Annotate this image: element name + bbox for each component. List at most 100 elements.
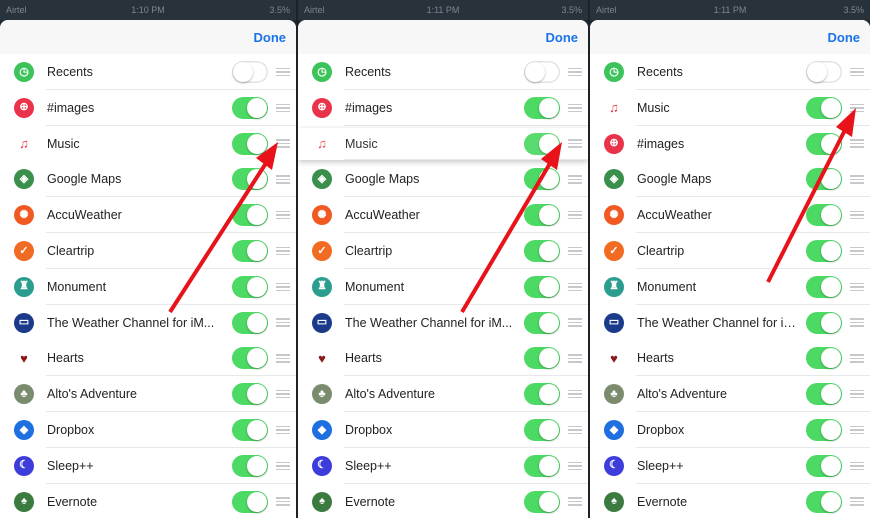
app-toggle[interactable] — [524, 275, 560, 298]
app-toggle[interactable] — [806, 96, 842, 119]
app-row[interactable]: ✺ AccuWeather — [298, 197, 588, 234]
reorder-handle-icon[interactable] — [276, 175, 290, 184]
app-toggle[interactable] — [232, 240, 268, 262]
app-row[interactable]: ♥ Hearts — [0, 340, 296, 377]
app-row[interactable]: ✓ Cleartrip — [298, 233, 588, 269]
reorder-handle-icon[interactable] — [276, 497, 290, 506]
done-button[interactable]: Done — [254, 30, 287, 45]
app-row[interactable]: ♥ Hearts — [298, 340, 588, 377]
app-toggle[interactable] — [232, 96, 268, 119]
app-row[interactable]: ♜ Monument — [298, 268, 588, 305]
app-row[interactable]: ♣ Alto's Adventure — [0, 376, 296, 413]
reorder-handle-icon[interactable] — [850, 210, 864, 220]
reorder-handle-icon[interactable] — [850, 354, 864, 363]
reorder-handle-icon[interactable] — [276, 425, 290, 435]
app-row[interactable]: ✺ AccuWeather — [0, 197, 296, 234]
app-row[interactable]: ☾ Sleep++ — [0, 447, 296, 484]
reorder-handle-icon[interactable] — [276, 461, 290, 471]
app-row[interactable]: ◷ Recents — [590, 54, 870, 90]
app-toggle[interactable] — [524, 132, 560, 155]
app-toggle[interactable] — [232, 168, 268, 191]
reorder-handle-icon[interactable] — [850, 425, 864, 435]
reorder-handle-icon[interactable] — [568, 425, 582, 435]
reorder-handle-icon[interactable] — [568, 318, 582, 327]
app-row[interactable]: ⊕ #images — [298, 89, 588, 126]
reorder-handle-icon[interactable] — [568, 246, 582, 256]
app-toggle[interactable] — [524, 419, 560, 441]
app-row[interactable]: ♜ Monument — [590, 268, 870, 305]
app-toggle[interactable] — [524, 383, 560, 406]
app-row[interactable]: ⊕ #images — [590, 125, 870, 162]
app-row[interactable]: ♥ Hearts — [590, 340, 870, 377]
app-toggle[interactable] — [524, 454, 560, 477]
reorder-handle-icon[interactable] — [850, 67, 864, 77]
app-toggle[interactable] — [232, 419, 268, 441]
reorder-handle-icon[interactable] — [850, 175, 864, 184]
app-toggle[interactable] — [806, 168, 842, 191]
app-toggle[interactable] — [806, 454, 842, 477]
reorder-handle-icon[interactable] — [568, 103, 582, 113]
reorder-handle-icon[interactable] — [568, 389, 582, 399]
reorder-handle-icon[interactable] — [850, 318, 864, 327]
app-row[interactable]: ☾ Sleep++ — [298, 447, 588, 484]
app-toggle[interactable] — [232, 204, 268, 227]
app-toggle[interactable] — [524, 490, 560, 513]
reorder-handle-icon[interactable] — [850, 497, 864, 506]
app-toggle[interactable] — [524, 96, 560, 119]
reorder-handle-icon[interactable] — [276, 354, 290, 363]
reorder-handle-icon[interactable] — [276, 139, 290, 148]
app-row[interactable]: ♠ Evernote — [0, 483, 296, 518]
reorder-handle-icon[interactable] — [568, 461, 582, 471]
reorder-handle-icon[interactable] — [568, 282, 582, 292]
app-row[interactable]: ♫ Music — [0, 125, 296, 162]
reorder-handle-icon[interactable] — [276, 389, 290, 399]
app-row[interactable]: ◈ Google Maps — [298, 161, 588, 198]
app-row[interactable]: ⊕ #images — [0, 89, 296, 126]
reorder-handle-icon[interactable] — [276, 67, 290, 77]
app-toggle[interactable] — [232, 383, 268, 406]
app-row[interactable]: ▭ The Weather Channel for iM... — [298, 304, 588, 341]
app-toggle[interactable] — [806, 347, 842, 370]
app-row[interactable]: ◆ Dropbox — [0, 412, 296, 448]
reorder-handle-icon[interactable] — [568, 139, 582, 148]
reorder-handle-icon[interactable] — [850, 282, 864, 292]
app-toggle[interactable] — [806, 275, 842, 298]
app-row[interactable]: ◆ Dropbox — [590, 412, 870, 448]
app-toggle[interactable] — [524, 168, 560, 191]
app-row[interactable]: ▭ The Weather Channel for iM... — [590, 304, 870, 341]
app-row[interactable]: ✓ Cleartrip — [590, 233, 870, 269]
app-toggle[interactable] — [232, 490, 268, 513]
reorder-handle-icon[interactable] — [568, 67, 582, 77]
app-toggle[interactable] — [232, 61, 268, 83]
reorder-handle-icon[interactable] — [276, 246, 290, 256]
app-toggle[interactable] — [806, 132, 842, 155]
app-row[interactable]: ◈ Google Maps — [0, 161, 296, 198]
app-toggle[interactable] — [806, 240, 842, 262]
app-toggle[interactable] — [524, 347, 560, 370]
app-toggle[interactable] — [232, 347, 268, 370]
app-toggle[interactable] — [232, 132, 268, 155]
app-row[interactable]: ♠ Evernote — [298, 483, 588, 518]
app-row[interactable]: ♣ Alto's Adventure — [590, 376, 870, 413]
app-row[interactable]: ◷ Recents — [0, 54, 296, 90]
app-row[interactable]: ♠ Evernote — [590, 483, 870, 518]
app-toggle[interactable] — [806, 311, 842, 334]
app-row[interactable]: ◷ Recents — [298, 54, 588, 90]
app-toggle[interactable] — [806, 490, 842, 513]
reorder-handle-icon[interactable] — [568, 210, 582, 220]
app-toggle[interactable] — [806, 204, 842, 227]
app-row[interactable]: ✓ Cleartrip — [0, 233, 296, 269]
reorder-handle-icon[interactable] — [276, 282, 290, 292]
app-toggle[interactable] — [806, 419, 842, 441]
app-row[interactable]: ♣ Alto's Adventure — [298, 376, 588, 413]
app-row[interactable]: ✺ AccuWeather — [590, 197, 870, 234]
app-toggle[interactable] — [524, 240, 560, 262]
app-toggle[interactable] — [806, 383, 842, 406]
app-toggle[interactable] — [232, 454, 268, 477]
reorder-handle-icon[interactable] — [276, 210, 290, 220]
app-row[interactable]: ◆ Dropbox — [298, 412, 588, 448]
app-toggle[interactable] — [524, 61, 560, 83]
reorder-handle-icon[interactable] — [568, 497, 582, 506]
reorder-handle-icon[interactable] — [568, 175, 582, 184]
app-toggle[interactable] — [232, 311, 268, 334]
